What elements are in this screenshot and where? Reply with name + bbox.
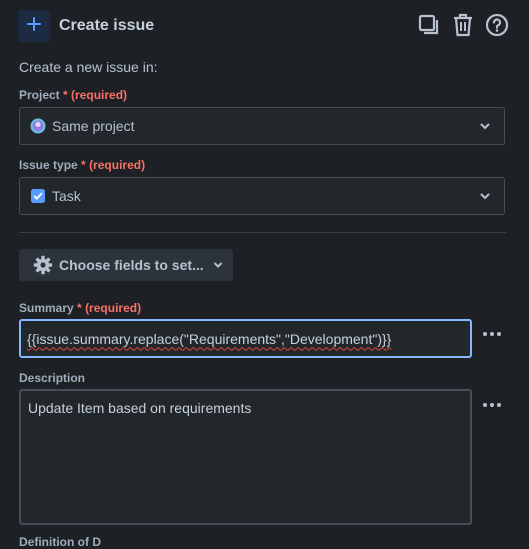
project-value: Same project [52,118,135,134]
description-textarea[interactable]: Update Item based on requirements [19,389,472,525]
chevron-down-icon [478,189,492,206]
required-mark: * [63,88,68,102]
add-badge [18,10,50,42]
required-mark: * [77,301,82,315]
project-label: Project * (required) [19,88,128,102]
page-title: Create issue [59,17,155,34]
issue-type-value: Task [52,188,81,204]
required-mark: * [81,158,86,172]
summary-label: Summary * (required) [19,301,142,315]
project-select[interactable]: Same project [19,107,505,145]
chevron-down-icon [212,259,224,271]
choose-fields-button[interactable]: Choose fields to set... [19,249,233,281]
choose-fields-label: Choose fields to set... [59,257,204,273]
chevron-down-icon [478,119,492,136]
plus-icon [26,16,42,37]
header: Create issue [18,10,509,42]
description-label: Description [19,371,86,385]
intro-text: Create a new issue in: [19,59,158,75]
description-more-icon[interactable] [483,403,501,407]
task-checkbox-icon [30,188,46,204]
issue-type-label: Issue type * (required) [19,158,146,172]
issue-type-select[interactable]: Task [19,177,505,215]
summary-value: {{issue.summary.replace("Requirements","… [27,330,392,347]
copy-icon[interactable] [417,12,441,38]
required-text: (required) [85,301,142,315]
summary-input[interactable]: {{issue.summary.replace("Requirements","… [19,319,472,358]
help-icon[interactable] [485,12,509,38]
summary-more-icon[interactable] [483,332,501,336]
next-field-label: Definition of D [19,535,101,549]
required-text: (required) [71,88,128,102]
project-avatar-icon [30,118,46,134]
required-text: (required) [89,158,146,172]
gear-icon [33,255,53,275]
divider [19,232,506,233]
trash-icon[interactable] [451,12,475,38]
